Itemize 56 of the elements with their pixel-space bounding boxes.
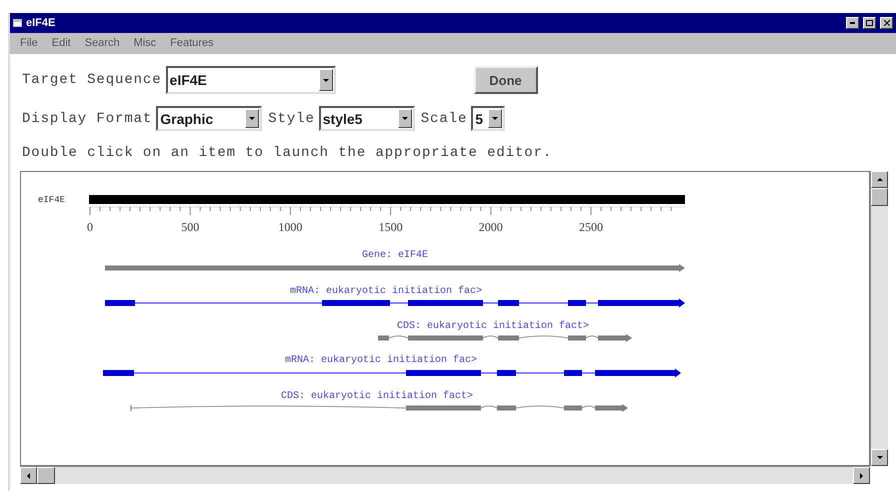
menu-item[interactable]: Features — [170, 33, 214, 54]
feature-label: CDS: eukaryotic initiation fact> — [396, 321, 590, 332]
instruction-text: Double click on an item to launch the appropriate editor. — [22, 145, 554, 162]
minimize-button[interactable] — [846, 17, 859, 29]
tick-label: 0 — [87, 220, 93, 234]
minimize-icon — [850, 22, 855, 24]
left-arrow-icon — [27, 472, 30, 478]
field-label: Target Sequence — [22, 71, 162, 90]
format-dropdown[interactable]: Graphic — [156, 106, 262, 131]
tick-label: 1000 — [278, 220, 302, 234]
gene-bar[interactable] — [105, 264, 685, 272]
down-arrow-icon — [876, 456, 882, 459]
window-icon — [13, 19, 22, 27]
sequence-dropdown[interactable]: eIF4E — [166, 66, 336, 94]
field-label: Style — [268, 110, 315, 126]
menu-item[interactable]: File — [20, 33, 38, 54]
feature-label: CDS: eukaryotic initiation fact> — [280, 391, 474, 402]
field-label: Scale — [420, 110, 468, 126]
scroll-down-button[interactable] — [871, 449, 888, 466]
cds-drawing[interactable] — [378, 334, 632, 342]
maximize-icon — [866, 20, 873, 26]
feature-label: mRNA: eukaryotic initiation fac> — [290, 286, 482, 297]
scale-dropdown[interactable]: 5 — [471, 106, 506, 131]
caret-icon — [249, 117, 256, 120]
feature-label: mRNA: eukaryotic initiation fac> — [284, 355, 478, 366]
scroll-up-button[interactable] — [871, 171, 888, 188]
tick-label: 500 — [181, 220, 200, 234]
caret-icon — [322, 78, 329, 82]
menu-item[interactable]: Edit — [52, 33, 71, 54]
mrna-drawing[interactable] — [102, 368, 681, 378]
menu-item[interactable]: Search — [84, 33, 120, 54]
horizontal-scrollbar[interactable] — [20, 466, 870, 484]
right-arrow-icon — [860, 472, 863, 478]
tick-label: 2000 — [478, 220, 503, 234]
caret-icon — [402, 117, 408, 120]
scroll-thumb[interactable] — [37, 467, 55, 484]
field-label: Display Format — [22, 110, 152, 126]
feature-label: Gene: eIF4E — [362, 250, 428, 261]
vertical-scrollbar[interactable] — [870, 171, 888, 466]
maximize-button[interactable] — [863, 17, 876, 29]
caret-icon — [492, 117, 498, 120]
style-dropdown[interactable]: style5 — [318, 106, 415, 131]
tick-label: 1500 — [378, 220, 403, 234]
menu-item[interactable]: Misc — [134, 33, 156, 54]
sequence-name: eIF4E — [38, 195, 66, 205]
scroll-left-button[interactable] — [20, 467, 37, 484]
scroll-right-button[interactable] — [853, 467, 870, 484]
up-arrow-icon — [876, 178, 882, 181]
close-button[interactable] — [880, 17, 893, 29]
window-title: eIF4E — [26, 16, 56, 31]
cds-drawing[interactable] — [130, 404, 628, 412]
close-icon — [884, 20, 890, 26]
tick-label: 2500 — [579, 220, 603, 234]
scroll-thumb[interactable] — [871, 188, 888, 206]
mrna-drawing[interactable] — [104, 298, 685, 308]
done-button[interactable]: Done — [474, 66, 538, 94]
